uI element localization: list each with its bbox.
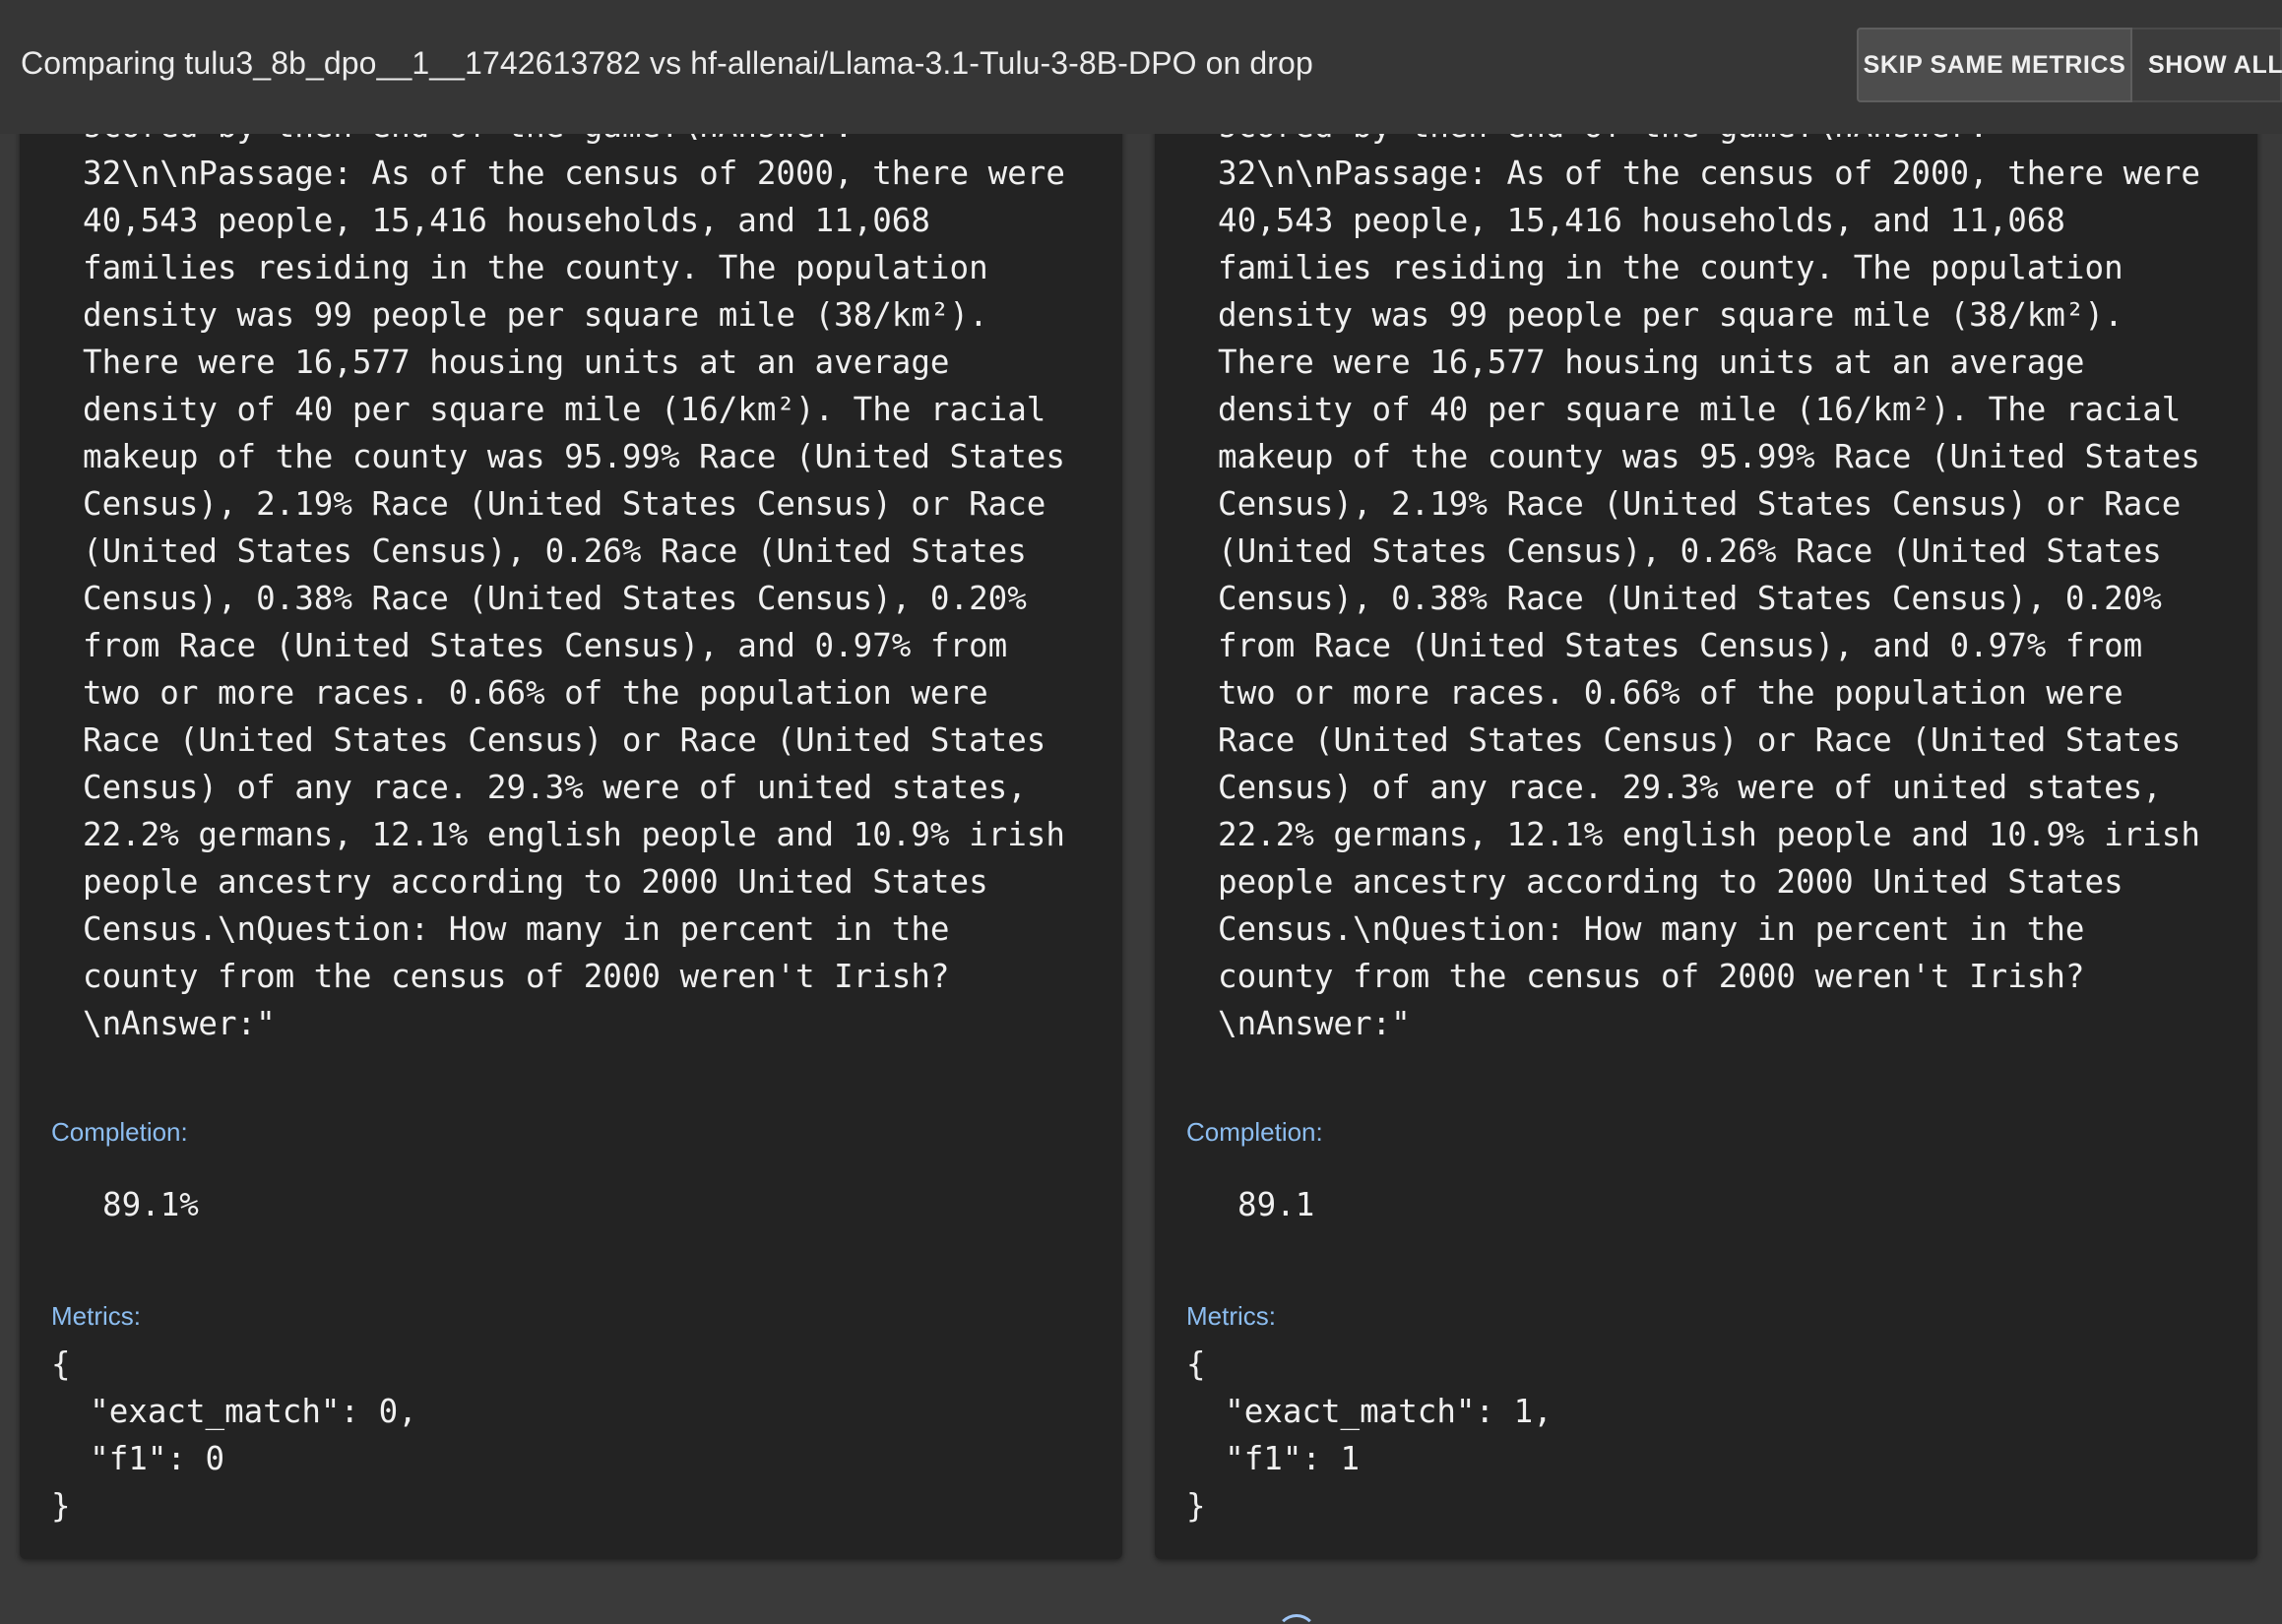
show-all-button[interactable]: SHOW ALL (2132, 28, 2282, 102)
completion-label: Completion: (51, 1117, 188, 1147)
prompt-text: scored by then end of the game?\nAnswer:… (1218, 107, 2200, 1042)
metrics-label: Metrics: (1186, 1301, 1276, 1331)
completion-value: 89.1 (1237, 1186, 1315, 1223)
header-bar: Comparing tulu3_8b_dpo__1__1742613782 vs… (0, 0, 2282, 134)
metrics-label: Metrics: (51, 1301, 141, 1331)
filter-button-group: SKIP SAME METRICS SHOW ALL (1857, 28, 2282, 102)
loading-spinner-icon (1276, 1614, 1317, 1624)
right-model-panel: scored by then end of the game?\nAnswer:… (1155, 0, 2257, 1559)
metrics-json: { "exact_match": 1, "f1": 1 } (1186, 1345, 1553, 1525)
left-model-panel: scored by then end of the game?\nAnswer:… (20, 0, 1122, 1559)
comparison-page: scored by then end of the game?\nAnswer:… (0, 0, 2282, 1624)
page-title: Comparing tulu3_8b_dpo__1__1742613782 vs… (21, 45, 1313, 81)
skip-same-metrics-button[interactable]: SKIP SAME METRICS (1857, 28, 2132, 102)
metrics-json: { "exact_match": 0, "f1": 0 } (51, 1345, 417, 1525)
completion-label: Completion: (1186, 1117, 1323, 1147)
completion-value: 89.1% (102, 1186, 199, 1223)
prompt-text: scored by then end of the game?\nAnswer:… (83, 107, 1065, 1042)
